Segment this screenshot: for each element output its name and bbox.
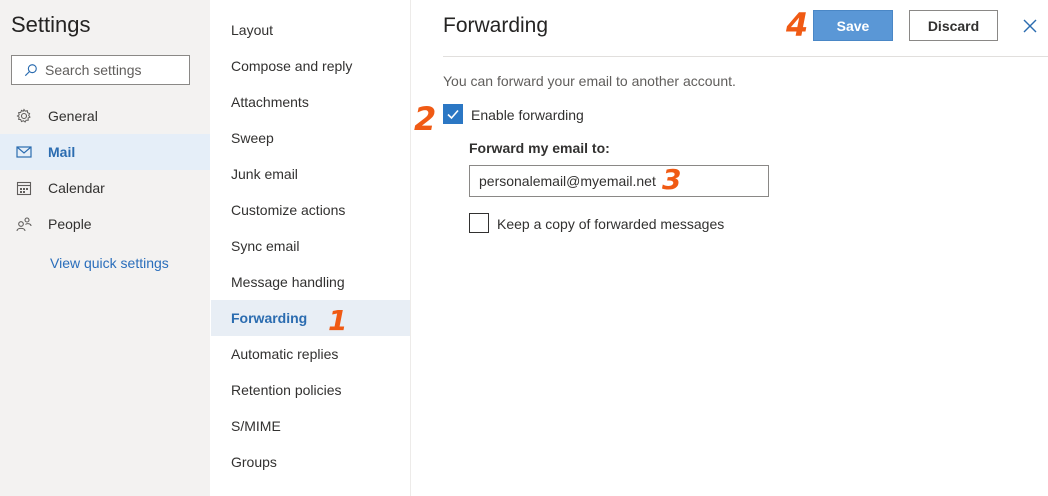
nav-label: General — [48, 108, 98, 124]
discard-button[interactable]: Discard — [909, 10, 998, 41]
nav-item-calendar[interactable]: Calendar — [0, 170, 210, 206]
page-title: Forwarding — [443, 14, 549, 37]
nav-item-mail[interactable]: Mail — [0, 134, 210, 170]
close-icon[interactable] — [1020, 16, 1040, 36]
forward-email-input[interactable]: personalemail@myemail.net — [469, 165, 769, 197]
forwarding-description: You can forward your email to another ac… — [443, 73, 736, 89]
mail-settings-list: Layout Compose and reply Attachments Swe… — [211, 0, 410, 496]
nav-label: People — [48, 216, 92, 232]
gear-icon — [16, 108, 31, 123]
mail-settings-item-smime[interactable]: S/MIME — [211, 408, 410, 444]
settings-sidebar: Settings Search settings General Mail Ca… — [0, 0, 210, 496]
nav-label: Mail — [48, 144, 76, 160]
search-placeholder: Search settings — [45, 62, 142, 78]
header-divider — [443, 56, 1048, 57]
mail-settings-item-groups[interactable]: Groups — [211, 444, 410, 480]
mail-settings-item-retention[interactable]: Retention policies — [211, 372, 410, 408]
pane-divider — [410, 0, 411, 496]
keep-copy-label: Keep a copy of forwarded messages — [497, 216, 725, 232]
save-button[interactable]: Save — [813, 10, 893, 41]
mail-settings-item-customize-actions[interactable]: Customize actions — [211, 192, 410, 228]
nav-item-general[interactable]: General — [0, 98, 210, 134]
mail-icon — [16, 146, 32, 158]
mail-settings-item-junk[interactable]: Junk email — [211, 156, 410, 192]
enable-forwarding-label: Enable forwarding — [471, 107, 584, 123]
mail-settings-item-automatic-replies[interactable]: Automatic replies — [211, 336, 410, 372]
nav-label: Calendar — [48, 180, 105, 196]
people-icon — [16, 217, 32, 232]
checkmark-icon — [447, 109, 459, 120]
mail-settings-item-layout[interactable]: Layout — [211, 12, 410, 48]
mail-settings-item-compose[interactable]: Compose and reply — [211, 48, 410, 84]
mail-settings-item-forwarding[interactable]: Forwarding — [211, 300, 410, 336]
nav-item-people[interactable]: People — [0, 206, 210, 242]
annotation-step-3: 3 — [662, 163, 682, 196]
search-input[interactable]: Search settings — [11, 55, 190, 85]
enable-forwarding-checkbox[interactable] — [443, 104, 463, 124]
mail-settings-item-attachments[interactable]: Attachments — [211, 84, 410, 120]
forward-to-label: Forward my email to: — [469, 140, 610, 156]
mail-settings-item-message-handling[interactable]: Message handling — [211, 264, 410, 300]
calendar-icon — [16, 181, 32, 196]
mail-settings-item-sweep[interactable]: Sweep — [211, 120, 410, 156]
view-quick-settings-link[interactable]: View quick settings — [50, 255, 169, 271]
settings-title: Settings — [11, 12, 91, 37]
annotation-step-1: 1 — [328, 304, 348, 337]
mail-settings-item-sync[interactable]: Sync email — [211, 228, 410, 264]
annotation-step-2: 2 — [414, 100, 437, 138]
search-icon — [24, 64, 37, 77]
annotation-step-4: 4 — [786, 6, 809, 44]
keep-copy-checkbox[interactable] — [469, 213, 489, 233]
